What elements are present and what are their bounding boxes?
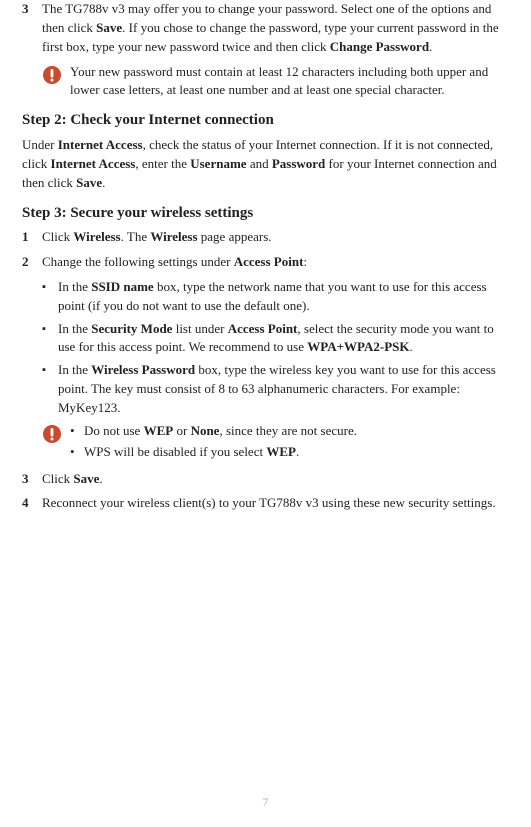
text: In the	[58, 321, 91, 336]
list-number: 3	[22, 0, 42, 57]
bold: Save	[73, 471, 99, 486]
alert-icon	[42, 63, 70, 101]
list-number: 1	[22, 228, 42, 247]
text: :	[303, 254, 307, 269]
dot-marker: •	[70, 422, 84, 441]
text: .	[102, 175, 105, 190]
bold: Save	[96, 20, 122, 35]
text: Under	[22, 137, 58, 152]
text: page appears.	[198, 229, 272, 244]
bullet-marker: ▪	[42, 320, 58, 358]
text: Click	[42, 229, 73, 244]
bold: Internet Access	[51, 156, 136, 171]
note-body: WPS will be disabled if you select WEP.	[84, 443, 509, 462]
text: .	[99, 471, 102, 486]
list-body: Click Wireless. The Wireless page appear…	[42, 228, 509, 247]
text: .	[296, 444, 299, 459]
bold: Access Point	[234, 254, 304, 269]
bold: WPA+WPA2-PSK	[307, 339, 409, 354]
bold: Save	[76, 175, 102, 190]
bold: Change Password	[330, 39, 429, 54]
text: .	[410, 339, 413, 354]
note-bullet: • Do not use WEP or None, since they are…	[70, 422, 509, 441]
text: , since they are not secure.	[219, 423, 357, 438]
step3-item1: 1 Click Wireless. The Wireless page appe…	[22, 228, 509, 247]
note-list: • Do not use WEP or None, since they are…	[70, 422, 509, 464]
bold: Access Point	[228, 321, 298, 336]
bold: None	[191, 423, 220, 438]
note-text: Your new password must contain at least …	[70, 63, 509, 101]
text: . The	[121, 229, 151, 244]
bold: WEP	[266, 444, 296, 459]
text: and	[247, 156, 272, 171]
bullet-marker: ▪	[42, 361, 58, 418]
text: list under	[172, 321, 227, 336]
bullet-marker: ▪	[42, 278, 58, 316]
step3-item2: 2 Change the following settings under Ac…	[22, 253, 509, 272]
bullet-body: In the Security Mode list under Access P…	[58, 320, 509, 358]
list-body: Reconnect your wireless client(s) to you…	[42, 494, 509, 513]
sub-bullet-ssid: ▪ In the SSID name box, type the network…	[42, 278, 509, 316]
bold: SSID name	[91, 279, 154, 294]
bullet-body: In the Wireless Password box, type the w…	[58, 361, 509, 418]
step3-heading: Step 3: Secure your wireless settings	[22, 203, 509, 225]
password-note: Your new password must contain at least …	[42, 63, 509, 101]
text: Do not use	[84, 423, 144, 438]
bold: Internet Access	[58, 137, 143, 152]
text: In the	[58, 279, 91, 294]
text: WPS will be disabled if you select	[84, 444, 266, 459]
text: Reconnect your wireless client(s) to you…	[42, 495, 496, 510]
bold: Wireless	[150, 229, 197, 244]
sub-bullet-security: ▪ In the Security Mode list under Access…	[42, 320, 509, 358]
text: In the	[58, 362, 91, 377]
step2-heading: Step 2: Check your Internet connection	[22, 110, 509, 132]
list-number: 2	[22, 253, 42, 272]
alert-icon	[42, 422, 70, 464]
wireless-security-note: • Do not use WEP or None, since they are…	[42, 422, 509, 464]
list-number: 4	[22, 494, 42, 513]
list-body: Change the following settings under Acce…	[42, 253, 509, 272]
list-body: Click Save.	[42, 470, 509, 489]
sub-bullet-password: ▪ In the Wireless Password box, type the…	[42, 361, 509, 418]
bold: Wireless Password	[91, 362, 195, 377]
step1-item3: 3 The TG788v v3 may offer you to change …	[22, 0, 509, 57]
step3-item4: 4 Reconnect your wireless client(s) to y…	[22, 494, 509, 513]
text: or	[173, 423, 190, 438]
text: , enter the	[135, 156, 190, 171]
step3-item3: 3 Click Save.	[22, 470, 509, 489]
text: Change the following settings under	[42, 254, 234, 269]
bold: WEP	[144, 423, 174, 438]
note-bullet: • WPS will be disabled if you select WEP…	[70, 443, 509, 462]
text: .	[429, 39, 432, 54]
bold: Password	[272, 156, 325, 171]
page-number: 7	[0, 794, 531, 811]
bold: Wireless	[73, 229, 120, 244]
text: Click	[42, 471, 73, 486]
note-body: Do not use WEP or None, since they are n…	[84, 422, 509, 441]
step2-paragraph: Under Internet Access, check the status …	[22, 136, 509, 193]
bullet-body: In the SSID name box, type the network n…	[58, 278, 509, 316]
bold: Security Mode	[91, 321, 172, 336]
bold: Username	[190, 156, 246, 171]
list-body: The TG788v v3 may offer you to change yo…	[42, 0, 509, 57]
list-number: 3	[22, 470, 42, 489]
dot-marker: •	[70, 443, 84, 462]
